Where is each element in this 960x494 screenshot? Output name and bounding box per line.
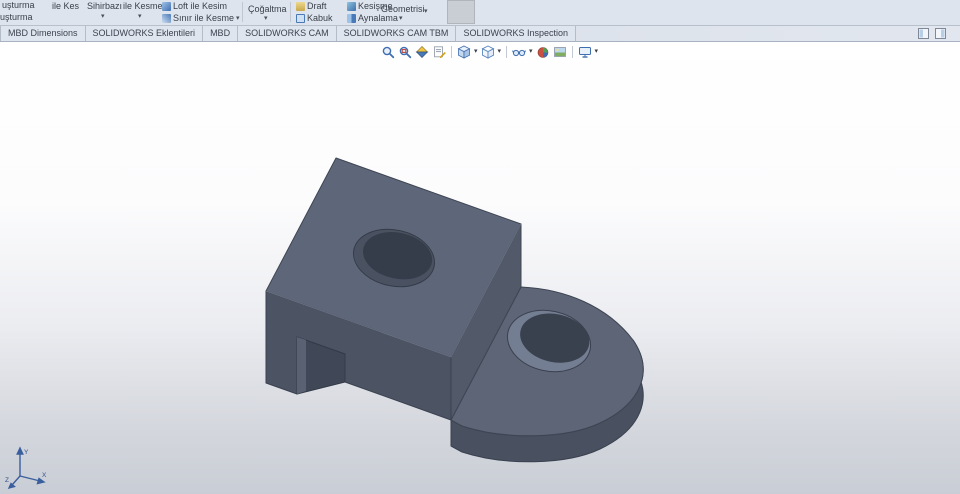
triad-z-label: Z <box>5 477 9 484</box>
ribbon-item-draft[interactable]: Draft <box>296 1 327 11</box>
intersect-icon <box>347 1 356 11</box>
tab-mbd-dimensions[interactable]: MBD Dimensions <box>0 26 86 41</box>
dropdown-caret-icon[interactable]: ▾ <box>138 13 142 20</box>
boundary-cut-icon <box>162 13 171 23</box>
ribbon-blank-button[interactable] <box>447 0 475 24</box>
ribbon-clipped-button-bottom[interactable]: uşturma <box>0 12 33 22</box>
tab-solidworks-cam[interactable]: SOLIDWORKS CAM <box>238 26 337 41</box>
ribbon-overflow-caret-icon[interactable]: ▾ <box>424 8 428 15</box>
tab-solidworks-eklentileri[interactable]: SOLIDWORKS Eklentileri <box>85 26 204 41</box>
ribbon-item-label: Loft ile Kesim <box>173 1 228 11</box>
ribbon-item-geometrisi[interactable]: Geometrisi <box>381 4 425 14</box>
tabbar-right-icons <box>918 28 946 39</box>
tab-solidworks-cam-tbm[interactable]: SOLIDWORKS CAM TBM <box>336 26 457 41</box>
ribbon-item-aynalama[interactable]: Aynalama <box>347 13 398 23</box>
ribbon-item-label: Draft <box>307 1 327 11</box>
model-canvas <box>265 157 644 463</box>
triad-x-label: X <box>42 472 47 479</box>
ribbon-item-kabuk[interactable]: Kabuk <box>296 13 333 23</box>
shell-icon <box>296 13 305 23</box>
part-notch-inner-wall <box>297 337 306 394</box>
draft-icon <box>296 1 305 11</box>
ribbon-item-ile-kes[interactable]: ile Kes <box>52 1 79 11</box>
reference-triad[interactable]: Y X Z <box>4 444 50 490</box>
dropdown-caret-icon[interactable]: ▾ <box>399 15 403 22</box>
ribbon-separator <box>290 2 291 22</box>
mirror-icon <box>347 13 356 23</box>
graphics-viewport: ▾ ▾ ▾ ▾ Y X Z <box>0 42 960 494</box>
dropdown-caret-icon[interactable]: ▾ <box>264 15 268 22</box>
tab-solidworks-inspection[interactable]: SOLIDWORKS Inspection <box>456 26 576 41</box>
ribbon-item-label: Sınır ile Kesme <box>173 13 235 23</box>
ribbon-item-loft-ile-kesim[interactable]: Loft ile Kesim <box>162 1 227 11</box>
ribbon-item-ile-kesme[interactable]: ile Kesme <box>123 1 163 11</box>
ribbon-item-label: Kabuk <box>307 13 333 23</box>
triad-y-label: Y <box>24 449 29 456</box>
ribbon-item-sihirbazi[interactable]: Sihirbazı <box>87 1 122 11</box>
ribbon-clipped-button-top[interactable]: uşturma <box>2 0 35 10</box>
ribbon-item-cogaltma[interactable]: Çoğaltma <box>248 4 287 14</box>
ribbon: uşturma uşturma ile Kes Sihirbazı ▾ ile … <box>0 0 960 26</box>
tab-mbd[interactable]: MBD <box>203 26 239 41</box>
dropdown-caret-icon[interactable]: ▾ <box>101 13 105 20</box>
ribbon-item-label: Aynalama <box>358 13 398 23</box>
loft-cut-icon <box>162 1 171 11</box>
ribbon-item-sinir-ile-kesme[interactable]: Sınır ile Kesme ▾ <box>162 13 240 23</box>
model-part <box>265 157 644 463</box>
commandmanager-tab-bar: MBD Dimensions SOLIDWORKS Eklentileri MB… <box>0 26 960 42</box>
pane-icon-right[interactable] <box>935 28 946 39</box>
ribbon-separator <box>242 2 243 22</box>
pane-icon-left[interactable] <box>918 28 929 39</box>
dropdown-caret-icon[interactable]: ▾ <box>236 15 240 22</box>
